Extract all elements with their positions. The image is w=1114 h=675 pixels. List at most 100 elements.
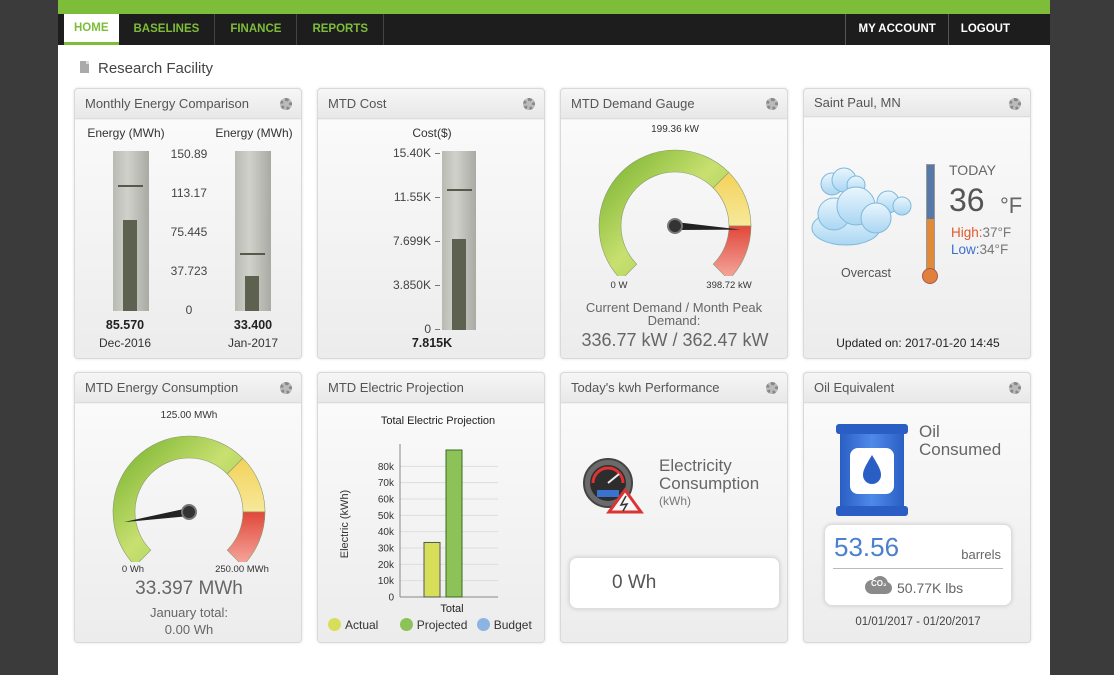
scale-tick	[435, 241, 440, 242]
card-title: Monthly Energy Comparison	[85, 96, 250, 111]
gear-icon[interactable]	[1009, 98, 1021, 110]
co2-label: CO₂	[871, 579, 887, 588]
scale-tick	[435, 285, 440, 286]
card-title: Today's kwh Performance	[571, 380, 720, 395]
oil-unit: barrels	[961, 547, 1001, 562]
chart-ytick-label: 40k	[378, 527, 395, 538]
weather-updated: Updated on: 2017-01-20 14:45	[836, 336, 1000, 350]
electric-meter-icon	[583, 458, 644, 514]
tube-fill	[452, 239, 466, 330]
chart-ytick-label: 30k	[378, 544, 395, 555]
col1-label: Energy (MWh)	[87, 126, 165, 140]
legend-projected[interactable]: Projected	[399, 618, 467, 632]
scale-label: 150.89	[170, 147, 208, 161]
oil-barrel-icon	[836, 424, 908, 516]
tube-peak-mark	[447, 188, 472, 191]
gear-icon[interactable]	[766, 98, 778, 110]
chart-ytick-label: 0	[388, 593, 394, 604]
gear-icon[interactable]	[523, 98, 535, 110]
high-value: 37°F	[982, 225, 1012, 240]
demand-gauge	[598, 149, 752, 276]
chart-ytick-label: 60k	[378, 495, 395, 506]
scale-label: 0	[185, 303, 193, 317]
oil-value-box: 53.56 barrels CO₂ 50.77K lbs	[824, 524, 1012, 606]
card-demand-gauge: MTD Demand Gauge 199.36 kW 0 W 398.72 kW…	[560, 88, 788, 359]
date-jan-2017: Jan-2017	[227, 336, 279, 350]
legend-dot-projected	[399, 618, 413, 631]
legend-budget[interactable]: Budget	[476, 618, 532, 632]
demand-value: 336.77 kW / 362.47 kW	[581, 330, 769, 350]
document-icon	[80, 60, 89, 73]
tube-jan-2017	[235, 151, 271, 311]
nav-baselines[interactable]: BASELINES	[119, 14, 216, 45]
chart-ytick-label: 20k	[378, 560, 395, 571]
col2-label: Energy (MWh)	[215, 126, 293, 140]
gauge-red-band	[226, 511, 266, 562]
high-label: High:	[951, 225, 983, 240]
legend-label: Actual	[345, 618, 379, 632]
nav-home[interactable]: HOME	[64, 14, 119, 45]
weather-condition: Overcast	[840, 266, 892, 280]
weather-temp: 36	[949, 182, 985, 218]
card-mtd-cost: MTD Cost Cost($) 15.40K 11.55K 7.699K 3.…	[317, 88, 545, 359]
scale-label: 3.850K	[392, 278, 431, 292]
gauge-mid-label: 125.00 MWh	[160, 410, 218, 421]
energy-total: 0.00 Wh	[164, 622, 214, 637]
co2-value: 50.77K lbs	[897, 580, 964, 596]
nav-my-account[interactable]: MY ACCOUNT	[845, 14, 947, 45]
card-title: MTD Cost	[328, 96, 387, 111]
gauge-hub	[181, 504, 197, 520]
card-oil-equivalent: Oil Equivalent Oil Consumed 53.56 barrel…	[803, 372, 1031, 643]
nav-reports[interactable]: REPORTS	[297, 14, 385, 45]
nav-finance[interactable]: FINANCE	[215, 14, 298, 45]
gear-icon[interactable]	[280, 382, 292, 394]
card-title: Oil Equivalent	[814, 380, 895, 395]
tube-cost	[442, 151, 476, 330]
divider	[833, 568, 1003, 569]
oil-line1: Oil	[919, 422, 940, 441]
gauge-hub	[667, 218, 683, 234]
weather-unit: °F	[1000, 193, 1023, 218]
tube-dec-2016	[113, 151, 149, 311]
chart-ytick-label: 10k	[378, 576, 395, 587]
tube-fill	[245, 275, 259, 311]
gauge-green-band	[598, 149, 730, 276]
chart-ytick-label: 80k	[378, 462, 395, 473]
oil-line2: Consumed	[919, 440, 1002, 459]
kwh-line1: Electricity	[659, 456, 732, 475]
gear-icon[interactable]	[280, 98, 292, 110]
legend-dot-budget	[476, 618, 490, 631]
gauge-green-band	[112, 435, 244, 562]
date-dec-2016: Dec-2016	[98, 336, 152, 350]
scale-label: 37.723	[170, 264, 208, 278]
cloud-icon	[811, 167, 912, 246]
kwh-line2: Consumption	[659, 474, 760, 493]
tube-fill	[123, 220, 137, 311]
card-electric-projection: MTD Electric Projection Total Electric P…	[317, 372, 545, 643]
chart-bar-projected	[445, 449, 463, 598]
tube-peak-mark	[118, 184, 143, 187]
chart-ytick-label: 70k	[378, 478, 395, 489]
value-jan-2017: 33.400	[233, 318, 273, 332]
scale-label: 11.55K	[393, 190, 431, 204]
card-weather: Saint Paul, MN TODAY 36 °F High:37°F Low…	[803, 88, 1031, 359]
chart-ylabel: Electric (kWh)	[339, 490, 351, 558]
thermometer-icon	[926, 164, 935, 274]
nav-logout[interactable]: LOGOUT	[947, 14, 1022, 45]
weather-high: High:37°F	[951, 225, 1011, 240]
legend-actual[interactable]: Actual	[328, 618, 378, 632]
energy-value: 33.397 MWh	[135, 578, 243, 599]
low-value: 34°F	[979, 242, 1009, 257]
scale-tick	[435, 329, 440, 330]
card-kwh-performance: Today's kwh Performance Electricity Cons…	[560, 372, 788, 643]
scale-label: 0	[424, 322, 431, 336]
scale-label: 75.445	[170, 225, 208, 239]
cost-value: 7.815K	[411, 336, 453, 350]
gear-icon[interactable]	[1009, 382, 1021, 394]
gear-icon[interactable]	[766, 382, 778, 394]
value-dec-2016: 85.570	[105, 318, 145, 332]
chart-ytick-label: 50k	[378, 511, 395, 522]
kwh-value: 0 Wh	[612, 572, 657, 593]
kwh-unit: (kWh)	[659, 494, 691, 508]
card-monthly-energy: Monthly Energy Comparison Energy (MWh) E…	[74, 88, 302, 359]
